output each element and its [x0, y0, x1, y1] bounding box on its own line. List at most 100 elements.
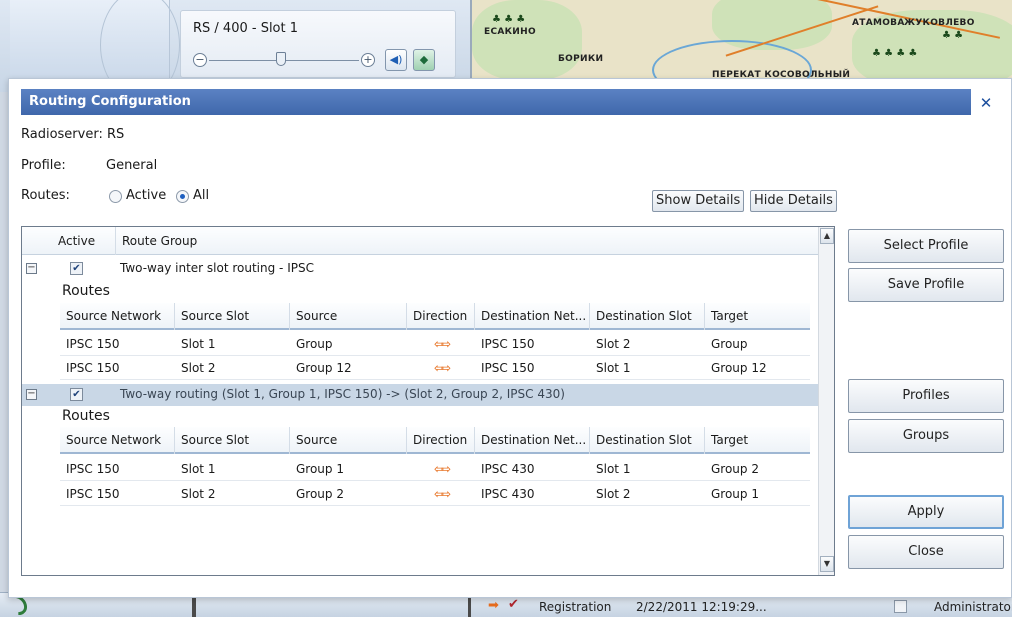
routes-all-radio[interactable] — [176, 190, 189, 203]
route-group-row[interactable]: − ✔ Two-way inter slot routing - IPSC — [22, 258, 818, 280]
column-header-destination-network[interactable]: Destination Net... — [475, 303, 590, 330]
scroll-down-icon[interactable]: ▼ — [820, 556, 834, 572]
speaker-icon[interactable]: ◀) — [385, 49, 407, 71]
tree-icon: ♣ ♣ — [942, 30, 964, 41]
tree-icon: ♣ ♣ ♣ ♣ — [872, 48, 918, 59]
column-header-active[interactable]: Active — [52, 227, 116, 255]
cell-destination-slot: Slot 2 — [596, 337, 631, 351]
column-header-direction[interactable]: Direction — [407, 303, 475, 330]
cell-destination-slot: Slot 1 — [596, 462, 631, 476]
status-user: Administrator — [934, 600, 1012, 614]
map-forest — [472, 0, 582, 80]
profile-label: Profile: — [21, 158, 66, 173]
route-row[interactable]: IPSC 150 Slot 2 Group 2 ⇦⇨ IPSC 430 Slot… — [60, 482, 810, 506]
close-button[interactable]: Close — [848, 535, 1004, 569]
slot-card[interactable]: RS / 400 - Slot 1 − + ◀) ◆ — [180, 10, 456, 78]
select-profile-button[interactable]: Select Profile — [848, 229, 1004, 263]
cell-destination-network: IPSC 150 — [481, 337, 535, 351]
map-view[interactable]: ♣ ♣ ♣ ♣ ♣ ♣ ♣ ♣ ♣ ЕСАКИНО БОРИКИ ПЕРЕКАТ… — [470, 0, 1012, 80]
column-header-route-group[interactable]: Route Group — [116, 227, 816, 255]
cell-source-network: IPSC 150 — [66, 337, 120, 351]
column-header-destination-network[interactable]: Destination Net... — [475, 427, 590, 454]
cell-source-slot: Slot 2 — [181, 487, 216, 501]
volume-slider-thumb[interactable] — [276, 52, 286, 66]
profiles-button[interactable]: Profiles — [848, 379, 1004, 413]
cell-target: Group 1 — [711, 487, 759, 501]
cell-source: Group 2 — [296, 487, 344, 501]
route-group-row[interactable]: − ✔ Two-way routing (Slot 1, Group 1, IP… — [22, 384, 818, 406]
column-header-source-slot[interactable]: Source Slot — [175, 427, 290, 454]
column-header-source-network[interactable]: Source Network — [60, 427, 175, 454]
column-header-source[interactable]: Source — [290, 303, 407, 330]
column-header-target[interactable]: Target — [705, 427, 810, 454]
status-time: 2/22/2011 12:19:29... — [636, 600, 767, 614]
talk-icon[interactable]: ◆ — [413, 49, 435, 71]
routes-all-label[interactable]: All — [193, 188, 209, 203]
volume-plus-icon[interactable]: + — [361, 53, 375, 67]
column-header-destination-slot[interactable]: Destination Slot — [590, 427, 705, 454]
hide-details-button[interactable]: Hide Details — [750, 190, 837, 212]
status-divider — [468, 595, 471, 617]
column-header-target[interactable]: Target — [705, 303, 810, 330]
routing-configuration-dialog: Routing Configuration ✕ Radioserver: RS … — [8, 78, 1012, 598]
save-profile-button[interactable]: Save Profile — [848, 268, 1004, 302]
routes-active-label[interactable]: Active — [126, 188, 166, 203]
cell-destination-slot: Slot 2 — [596, 487, 631, 501]
routes-grid[interactable]: Active Route Group − ✔ Two-way inter slo… — [21, 226, 835, 576]
status-event: Registration — [539, 600, 612, 614]
active-checkbox[interactable]: ✔ — [70, 262, 83, 275]
cell-source-network: IPSC 150 — [66, 361, 120, 375]
cell-source: Group 12 — [296, 361, 352, 375]
column-header-source-slot[interactable]: Source Slot — [175, 303, 290, 330]
cell-source: Group — [296, 337, 333, 351]
tree-icon: ♣ ♣ ♣ — [492, 14, 526, 25]
cell-target: Group 2 — [711, 462, 759, 476]
radioserver-value: RS — [107, 127, 125, 142]
cell-destination-network: IPSC 150 — [481, 361, 535, 375]
cell-source-slot: Slot 1 — [181, 462, 216, 476]
route-row[interactable]: IPSC 150 Slot 2 Group 12 ⇦⇨ IPSC 150 Slo… — [60, 356, 810, 380]
column-header-direction[interactable]: Direction — [407, 427, 475, 454]
cell-source-network: IPSC 150 — [66, 487, 120, 501]
routes-active-radio[interactable] — [109, 190, 122, 203]
two-way-arrow-icon: ⇦⇨ — [434, 462, 451, 476]
dialog-title: Routing Configuration — [21, 89, 971, 115]
routes-section-label: Routes — [62, 408, 110, 424]
route-group-name: Two-way inter slot routing - IPSC — [120, 261, 314, 275]
cell-destination-slot: Slot 1 — [596, 361, 631, 375]
grid-scrollbar[interactable]: ▲ ▼ — [818, 227, 834, 575]
column-header-destination-slot[interactable]: Destination Slot — [590, 303, 705, 330]
show-details-button[interactable]: Show Details — [652, 190, 745, 212]
radioserver-label: Radioserver: — [21, 127, 103, 142]
column-header-source-network[interactable]: Source Network — [60, 303, 175, 330]
routes-filter-label: Routes: — [21, 188, 70, 203]
cell-target: Group 12 — [711, 361, 767, 375]
scroll-up-icon[interactable]: ▲ — [820, 228, 834, 244]
collapse-minus-icon[interactable]: − — [26, 263, 37, 274]
arrow-right-icon: ➡ — [488, 598, 499, 613]
active-checkbox[interactable]: ✔ — [70, 388, 83, 401]
cell-source-slot: Slot 1 — [181, 337, 216, 351]
apply-button[interactable]: Apply — [848, 495, 1004, 529]
route-row[interactable]: IPSC 150 Slot 1 Group ⇦⇨ IPSC 150 Slot 2… — [60, 332, 810, 356]
map-label: БОРИКИ — [558, 54, 604, 64]
cell-source-network: IPSC 150 — [66, 462, 120, 476]
cell-source-slot: Slot 2 — [181, 361, 216, 375]
column-header-source[interactable]: Source — [290, 427, 407, 454]
person-icon: ✔ — [508, 597, 519, 612]
grid-header: Active Route Group — [22, 227, 818, 255]
groups-button[interactable]: Groups — [848, 419, 1004, 453]
routes-sub-header: Source Network Source Slot Source Direct… — [60, 427, 810, 454]
volume-minus-icon[interactable]: − — [193, 53, 207, 67]
map-label: ЕСАКИНО — [484, 27, 536, 37]
close-icon[interactable]: ✕ — [977, 94, 995, 112]
profile-value: General — [106, 158, 158, 173]
collapse-minus-icon[interactable]: − — [26, 389, 37, 400]
slot-title: RS / 400 - Slot 1 — [193, 21, 299, 36]
route-row[interactable]: IPSC 150 Slot 1 Group 1 ⇦⇨ IPSC 430 Slot… — [60, 457, 810, 481]
two-way-arrow-icon: ⇦⇨ — [434, 337, 451, 351]
left-panel — [10, 0, 180, 100]
routes-section-label: Routes — [62, 283, 110, 299]
status-checkbox[interactable] — [894, 600, 907, 613]
status-divider — [192, 595, 196, 617]
